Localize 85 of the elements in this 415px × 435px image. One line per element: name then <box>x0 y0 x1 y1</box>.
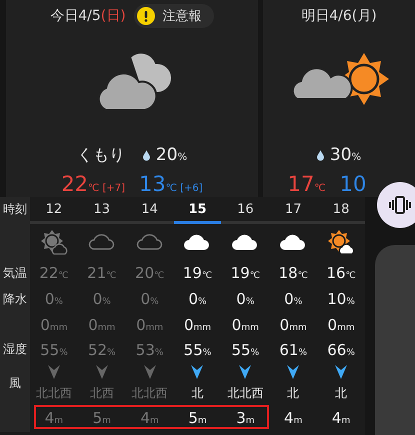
wind-speed: 4m <box>140 409 159 427</box>
vibrate-button[interactable] <box>377 182 415 228</box>
precipitation-chance: 0% <box>92 290 111 308</box>
wind-direction: 北 <box>335 384 348 402</box>
precipitation-chance: 0% <box>236 290 254 308</box>
low-temp: 13℃ [+6] <box>139 172 203 196</box>
rainfall: 0mm <box>232 316 259 334</box>
precipitation-chance: 0% <box>188 290 207 308</box>
wind-speed: 4m <box>284 409 302 427</box>
rainfall: 0mm <box>184 316 212 334</box>
row-label: 降水 <box>3 290 27 308</box>
wind-direction: 北 <box>287 384 300 402</box>
temperature: 22℃ <box>39 264 69 282</box>
date-label: 明日4/6(月) <box>301 7 377 25</box>
cloud-icon <box>183 233 212 251</box>
row-label: 風 <box>9 374 21 392</box>
wind-direction: 北北西 <box>36 384 72 402</box>
raindrop-icon <box>142 150 150 160</box>
humidity: 55% <box>184 340 212 358</box>
wind-speed: 5 m <box>188 409 207 427</box>
wind-arrow-icon <box>144 365 156 379</box>
sun-cloud-icon <box>327 229 356 255</box>
rainfall: 0 mm <box>328 316 355 334</box>
wind-arrow-icon <box>48 365 60 379</box>
selected-indicator <box>174 221 222 224</box>
wind-arrow-icon <box>287 365 300 379</box>
low-temp: 10 <box>340 172 366 196</box>
vibrate-icon <box>389 196 411 214</box>
hour-tab[interactable]: 16 <box>221 197 270 221</box>
precipitation-chance: 10% <box>327 290 355 308</box>
wind-direction: 北西 <box>90 384 114 402</box>
temperature: 16℃ <box>326 264 356 282</box>
warning-badge[interactable]: 注意報 <box>134 4 214 28</box>
humidity: 55% <box>40 340 68 358</box>
wind-speed: 4m <box>44 409 64 427</box>
temperature: 21℃ <box>87 264 116 282</box>
rain-chance: 20% <box>156 145 188 165</box>
wind-direction: 北北西 <box>227 384 264 402</box>
precipitation-chance: 0% <box>44 290 63 308</box>
precipitation-chance: 0% <box>284 290 302 308</box>
sun-cloud-icon <box>40 229 68 255</box>
rainfall: 0mm <box>280 316 307 334</box>
rainfall: 0mm <box>40 316 68 334</box>
hour-tab[interactable]: 12 <box>30 197 78 221</box>
rainfall: 0mm <box>88 316 116 334</box>
wind-arrow-icon <box>96 365 108 379</box>
wind-direction: 北北西 <box>132 384 168 402</box>
hour-tab[interactable]: 17 <box>269 197 318 221</box>
humidity: 53% <box>136 340 164 358</box>
row-label: 湿度 <box>3 341 27 358</box>
humidity: 66% <box>327 340 355 358</box>
humidity: 61% <box>279 340 308 358</box>
temperature: 19℃ <box>230 264 260 282</box>
wind-speed: 3 m <box>236 409 255 427</box>
humidity: 52% <box>88 340 116 358</box>
rain-chance: 30% <box>330 145 362 165</box>
hour-tab[interactable]: 13 <box>78 197 126 221</box>
hour-tab[interactable]: 18 <box>317 197 365 221</box>
date-label: 今日4/5(日) <box>50 7 126 25</box>
high-temp: 22℃ [+7] <box>61 172 125 196</box>
cloud-icon <box>279 233 308 251</box>
raindrop-icon <box>316 150 324 160</box>
wind-speed: 5 m <box>92 409 111 427</box>
wind-arrow-icon <box>335 365 348 379</box>
cloud-icon <box>88 233 116 251</box>
high-temp: 17℃ <box>288 172 326 196</box>
humidity: 55% <box>232 340 260 358</box>
cloud-icon <box>231 233 260 251</box>
row-label: 時刻 <box>3 200 27 218</box>
scrollbar[interactable] <box>375 245 415 435</box>
temperature: 19℃ <box>182 264 212 282</box>
precipitation-chance: 0% <box>140 290 159 308</box>
rainfall: 0mm <box>136 316 164 334</box>
wind-direction: 北 <box>191 384 204 402</box>
wind-arrow-icon <box>239 365 252 379</box>
temperature: 20℃ <box>135 264 164 282</box>
wind-arrow-icon <box>191 365 204 379</box>
hour-tab[interactable]: 14 <box>126 197 174 221</box>
warning-icon <box>136 7 155 25</box>
row-label: 気温 <box>3 264 27 282</box>
weather-condition: くもり <box>76 144 125 166</box>
temperature: 18℃ <box>278 264 308 282</box>
wind-speed: 4m <box>332 409 350 427</box>
cloud-icon <box>136 233 164 251</box>
hour-tab[interactable]: 15 <box>174 197 222 221</box>
